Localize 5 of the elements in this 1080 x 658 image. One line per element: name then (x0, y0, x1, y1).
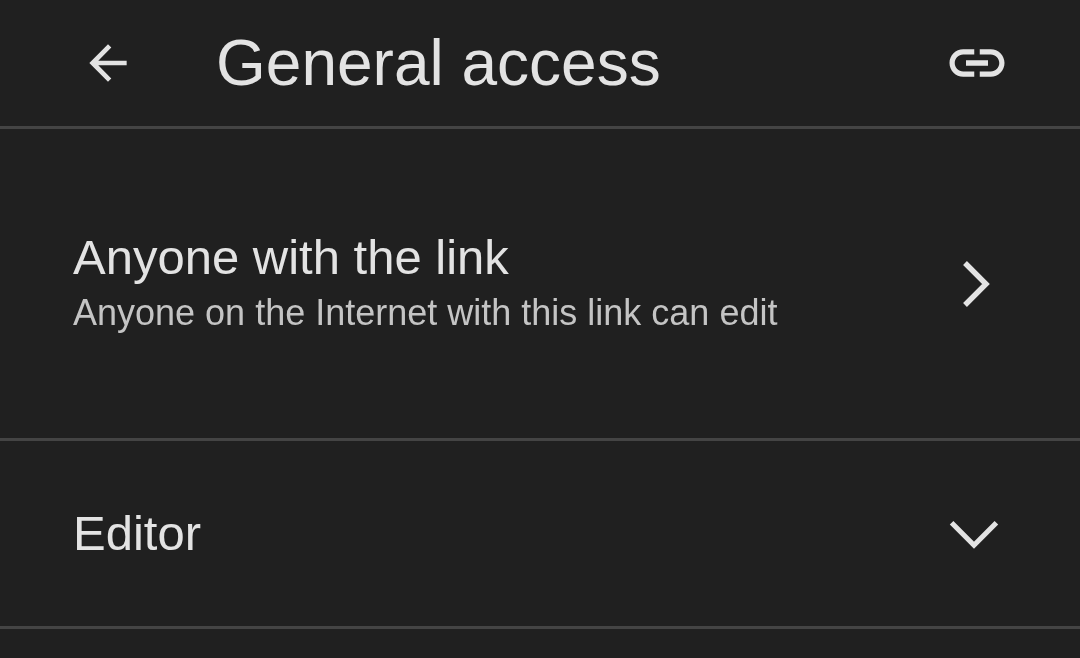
access-title: Anyone with the link (73, 229, 510, 286)
page-title: General access (216, 31, 662, 95)
access-option[interactable]: Anyone with the link Anyone on the Internet with this link can edit (0, 129, 1080, 441)
role-dropdown[interactable]: Editor (0, 441, 1080, 629)
access-description: Anyone on the Internet with this link can edit (73, 290, 779, 335)
